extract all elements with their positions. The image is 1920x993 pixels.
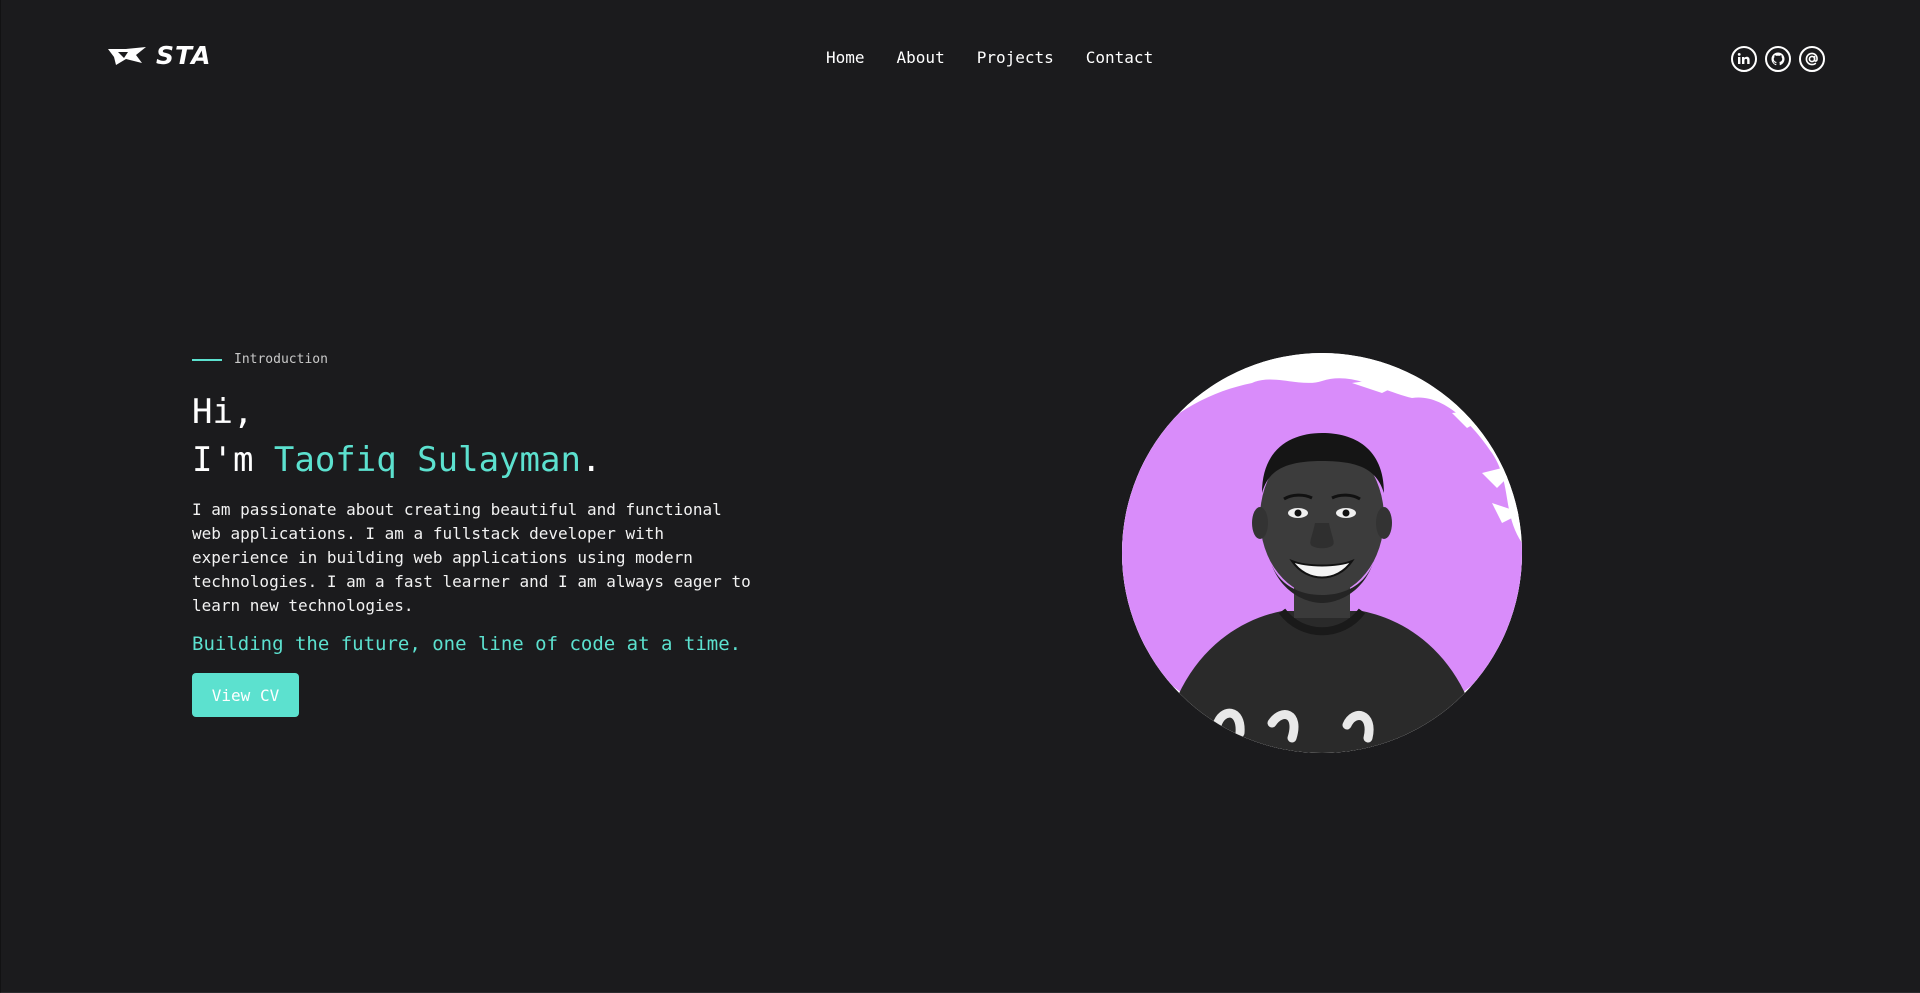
nav-item-about[interactable]: About <box>897 48 945 67</box>
email-icon <box>1805 52 1818 66</box>
email-link[interactable] <box>1799 46 1825 72</box>
hero-greeting: Hi, <box>192 392 254 432</box>
profile-photo <box>1122 353 1522 753</box>
page-frame <box>0 0 1920 993</box>
github-link[interactable] <box>1765 46 1791 72</box>
nav-item-contact[interactable]: Contact <box>1086 48 1153 67</box>
hero-tagline: Building the future, one line of code at… <box>192 633 742 655</box>
linkedin-icon <box>1737 53 1750 64</box>
hero-im-prefix: I'm <box>192 440 274 480</box>
hero-title: Hi, I'm Taofiq Sulayman. <box>192 388 601 484</box>
site-logo[interactable]: STA <box>106 41 211 70</box>
nav-item-home[interactable]: Home <box>826 48 865 67</box>
main-nav: Home About Projects Contact <box>826 48 1153 67</box>
intro-row: Introduction <box>192 352 328 367</box>
hero-bio: I am passionate about creating beautiful… <box>192 500 751 615</box>
intro-label: Introduction <box>234 352 328 367</box>
social-links <box>1731 46 1825 72</box>
github-icon <box>1771 52 1785 66</box>
view-cv-button[interactable]: View CV <box>192 673 299 717</box>
nav-item-projects[interactable]: Projects <box>977 48 1054 67</box>
sta-logo-icon <box>108 46 146 65</box>
hero-name-suffix: . <box>580 440 602 480</box>
hero-name: Taofiq Sulayman <box>273 440 581 480</box>
logo-text: STA <box>156 41 212 70</box>
profile-portrait-image <box>1122 353 1522 753</box>
linkedin-link[interactable] <box>1731 46 1757 72</box>
intro-accent-line <box>192 358 222 361</box>
